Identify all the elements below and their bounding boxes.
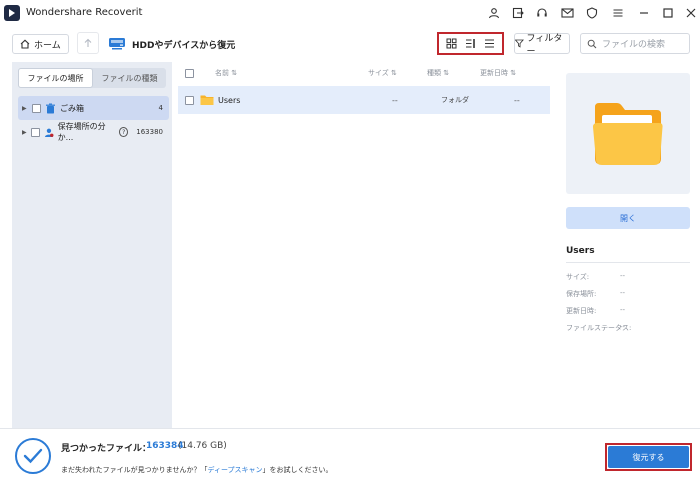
table-row[interactable]: Users -- フォルダ -- <box>178 86 550 114</box>
sidebar-item-trash[interactable]: ▶ ごみ箱 4 <box>18 96 169 120</box>
column-header-size[interactable]: サイズ ⇅ <box>368 68 397 78</box>
file-name: Users <box>218 95 241 105</box>
deep-scan-hint: まだ失われたファイルが見つかりませんか？「 ディープスキャン 」をお試しください… <box>61 465 333 475</box>
expand-caret-icon[interactable]: ▶ <box>22 105 28 112</box>
checkmark-icon <box>15 438 51 474</box>
file-list-header: 名前 ⇅ サイズ ⇅ 種類 ⇅ 更新日時 ⇅ <box>178 62 550 84</box>
checkbox[interactable] <box>32 103 41 113</box>
expand-caret-icon[interactable]: ▶ <box>22 129 27 136</box>
divider <box>566 262 690 263</box>
sidebar: ファイルの場所 ファイルの種類 ▶ ごみ箱 4 ▶ 保存場所の分か... ? 1… <box>12 62 172 428</box>
grid-view-icon[interactable] <box>444 36 460 52</box>
open-button[interactable]: 開く <box>566 207 690 229</box>
filter-label: フィルター <box>526 33 563 57</box>
title-bar: Wondershare Recoverit <box>0 0 700 26</box>
toolbar: ホーム HDDやデバイスから復元 フィルター ファイルの検索 <box>0 26 700 60</box>
restore-button[interactable]: 復元する <box>608 446 689 468</box>
file-size: -- <box>392 95 398 105</box>
menu-icon[interactable] <box>610 5 626 21</box>
preview-pane <box>566 73 690 194</box>
app-logo <box>4 5 20 21</box>
item-count: 4 <box>158 104 163 112</box>
row-checkbox[interactable] <box>185 95 194 105</box>
user-icon[interactable] <box>486 5 502 21</box>
file-type: フォルダ <box>441 96 469 104</box>
property-row-size: サイズ: -- <box>566 272 626 281</box>
deep-scan-link[interactable]: ディープスキャン <box>207 465 262 475</box>
select-all-checkbox[interactable] <box>185 68 194 78</box>
minimize-icon[interactable] <box>636 5 652 21</box>
property-row-modified: 更新日時: -- <box>566 306 626 315</box>
headset-icon[interactable] <box>534 5 550 21</box>
shield-icon[interactable] <box>584 5 600 21</box>
app-title: Wondershare Recoverit <box>26 7 143 18</box>
exit-icon[interactable] <box>510 5 526 21</box>
sidebar-tabs: ファイルの場所 ファイルの種類 <box>18 68 166 88</box>
filter-icon <box>515 39 524 48</box>
close-icon[interactable] <box>683 5 699 21</box>
search-placeholder: ファイルの検索 <box>602 40 666 50</box>
checkbox[interactable] <box>31 127 40 137</box>
large-folder-icon <box>593 102 663 165</box>
column-header-name[interactable]: 名前 ⇅ <box>215 68 237 78</box>
search-icon <box>587 39 597 48</box>
column-header-modified[interactable]: 更新日時 ⇅ <box>480 68 516 78</box>
location-title: HDDやデバイスから復元 <box>132 41 236 51</box>
folder-icon <box>200 95 214 105</box>
property-row-location: 保存場所: -- <box>566 289 626 298</box>
column-header-type[interactable]: 種類 ⇅ <box>427 68 449 78</box>
detail-file-name: Users <box>566 246 595 256</box>
tab-file-type[interactable]: ファイルの種類 <box>93 68 166 88</box>
maximize-icon[interactable] <box>660 5 676 21</box>
sidebar-item-label: ごみ箱 <box>60 103 84 113</box>
status-footer: 見つかったファイル： 163384 (14.76 GB) まだ失われたファイルが… <box>0 428 700 481</box>
found-files-label: 見つかったファイル： <box>61 444 152 454</box>
mail-icon[interactable] <box>559 5 575 21</box>
property-row-status: ファイルステータス: -- <box>566 323 632 332</box>
help-icon[interactable]: ? <box>119 127 129 137</box>
item-count: 163380 <box>136 128 163 136</box>
sidebar-item-label: 保存場所の分か... <box>57 122 106 142</box>
user-location-icon <box>44 128 54 137</box>
trash-icon <box>46 103 55 113</box>
restore-button-highlight: 復元する <box>605 443 692 471</box>
view-mode-group <box>437 32 504 55</box>
file-modified: -- <box>514 95 520 105</box>
hard-drive-icon <box>108 35 126 54</box>
up-arrow-icon[interactable] <box>77 32 99 54</box>
home-icon <box>20 39 30 49</box>
home-button[interactable]: ホーム <box>12 34 69 54</box>
search-input[interactable]: ファイルの検索 <box>580 33 690 54</box>
found-files-size: (14.76 GB) <box>178 441 227 451</box>
home-label: ホーム <box>34 40 61 51</box>
filter-button[interactable]: フィルター <box>514 33 570 57</box>
sidebar-item-unknown-location[interactable]: ▶ 保存場所の分か... ? 163380 <box>18 120 169 144</box>
tab-file-location[interactable]: ファイルの場所 <box>18 68 93 88</box>
list-view-icon[interactable] <box>482 36 498 52</box>
detail-view-icon[interactable] <box>463 36 479 52</box>
